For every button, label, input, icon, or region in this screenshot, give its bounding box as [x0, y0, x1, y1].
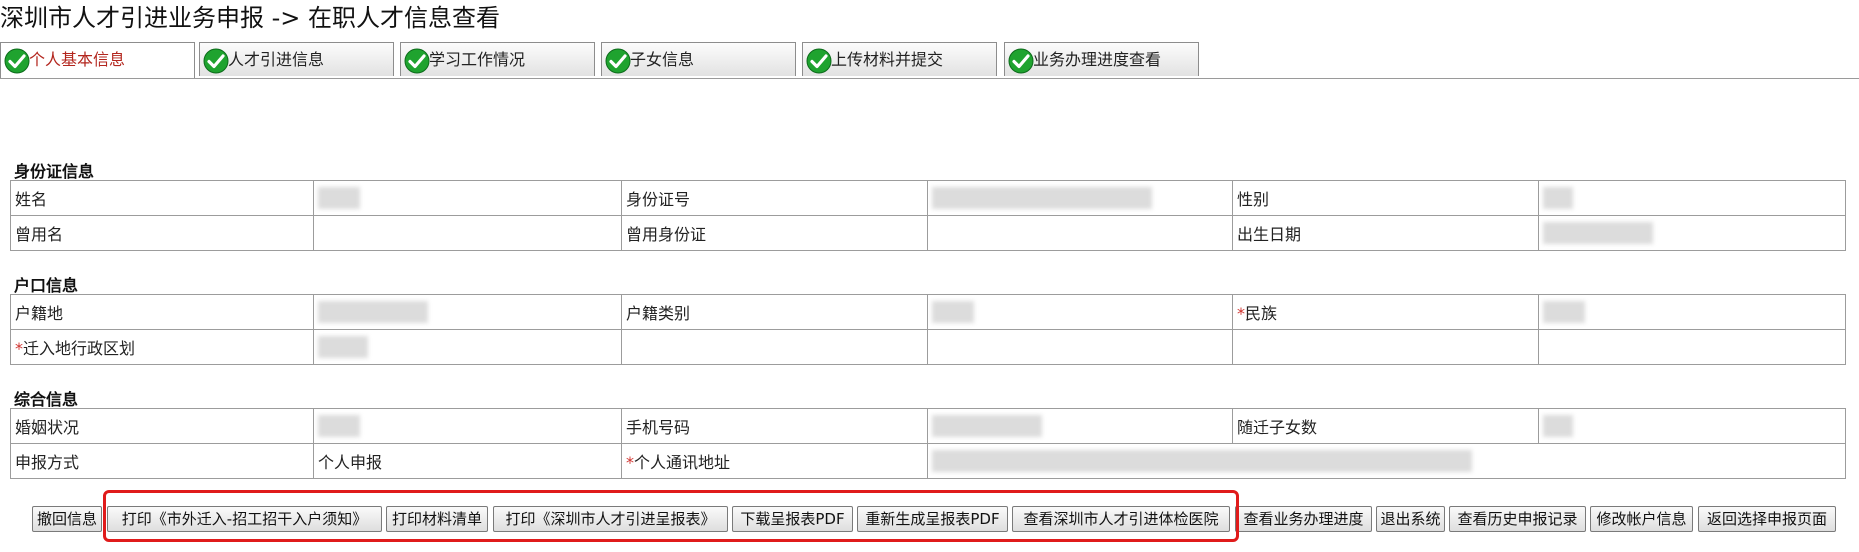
- tab-talent-info[interactable]: 人才引进信息: [199, 42, 394, 76]
- tab-label: 上传材料并提交: [831, 50, 944, 69]
- table-row: 姓名 身份证号 性别: [10, 180, 1846, 216]
- tab-label: 业务办理进度查看: [1033, 50, 1162, 69]
- general-table: 婚姻状况 手机号码 随迁子女数 申报方式 个人申报 *个人通讯地址: [10, 408, 1846, 479]
- tab-label: 子女信息: [630, 50, 695, 69]
- ethnicity-label: *民族: [1232, 294, 1539, 330]
- address-value[interactable]: [927, 443, 1846, 479]
- action-bar: 撤回信息 打印《市外迁入-招工招干入户须知》 打印材料清单 打印《深圳市人才引进…: [0, 506, 1859, 536]
- redacted-value: [932, 301, 974, 323]
- check-icon: [806, 48, 832, 74]
- tab-upload[interactable]: 上传材料并提交: [802, 42, 997, 76]
- registered-place-value[interactable]: [313, 294, 622, 330]
- redacted-value: [318, 415, 360, 437]
- section-title-hukou: 户口信息: [14, 276, 79, 295]
- edit-account-button[interactable]: 修改帐户信息: [1590, 506, 1693, 532]
- view-progress-button[interactable]: 查看业务办理进度: [1235, 506, 1372, 532]
- name-value[interactable]: [313, 180, 622, 216]
- gender-value[interactable]: [1538, 180, 1846, 216]
- id-number-label: 身份证号: [621, 180, 928, 216]
- redacted-value: [318, 301, 428, 323]
- back-button[interactable]: 返回选择申报页面: [1698, 506, 1836, 532]
- tab-children[interactable]: 子女信息: [601, 42, 796, 76]
- check-icon: [1008, 48, 1034, 74]
- table-row: 申报方式 个人申报 *个人通讯地址: [10, 443, 1846, 479]
- empty-cell: [1538, 329, 1846, 365]
- table-row: *迁入地行政区划: [10, 329, 1846, 365]
- check-icon: [4, 48, 30, 74]
- hukou-table: 户籍地 户籍类别 *民族 *迁入地行政区划: [10, 294, 1846, 365]
- logout-button[interactable]: 退出系统: [1376, 506, 1445, 532]
- download-pdf-button[interactable]: 下载呈报表PDF: [732, 506, 853, 532]
- former-id-label: 曾用身份证: [621, 215, 928, 251]
- page-title: 深圳市人才引进业务申报 -> 在职人才信息查看: [0, 4, 501, 32]
- birth-date-value[interactable]: [1538, 215, 1846, 251]
- print-form-button[interactable]: 打印《深圳市人才引进呈报表》: [493, 506, 728, 532]
- redacted-value: [932, 415, 1042, 437]
- children-label: 随迁子女数: [1232, 408, 1539, 444]
- section-title-general: 综合信息: [14, 390, 79, 409]
- tab-label: 学习工作情况: [429, 50, 526, 69]
- redacted-value: [1543, 187, 1573, 209]
- id-number-value[interactable]: [927, 180, 1233, 216]
- tab-study-work[interactable]: 学习工作情况: [400, 42, 595, 76]
- view-history-button[interactable]: 查看历史申报记录: [1449, 506, 1586, 532]
- name-label: 姓名: [10, 180, 314, 216]
- district-label-text: 迁入地行政区划: [23, 339, 136, 358]
- hukou-type-label: 户籍类别: [621, 294, 928, 330]
- redacted-value: [932, 450, 1472, 472]
- check-icon: [404, 48, 430, 74]
- view-hospital-button[interactable]: 查看深圳市人才引进体检医院: [1012, 506, 1230, 532]
- district-value[interactable]: [313, 329, 622, 365]
- method-value[interactable]: 个人申报: [313, 443, 622, 479]
- ethnicity-value[interactable]: [1538, 294, 1846, 330]
- tab-bar: 个人基本信息 人才引进信息 学习工作情况 子女信息 上传材料并提交 业务办理进度…: [0, 42, 1859, 79]
- ethnicity-label-text: 民族: [1245, 304, 1278, 323]
- empty-cell: [1232, 329, 1539, 365]
- marital-label: 婚姻状况: [10, 408, 314, 444]
- tab-label: 个人基本信息: [29, 50, 126, 69]
- withdraw-button[interactable]: 撤回信息: [32, 506, 102, 532]
- empty-cell: [621, 329, 928, 365]
- table-row: 曾用名 曾用身份证 出生日期: [10, 215, 1846, 251]
- required-mark: *: [1237, 304, 1245, 323]
- method-label: 申报方式: [10, 443, 314, 479]
- redacted-value: [1543, 415, 1573, 437]
- section-title-id-card: 身份证信息: [14, 162, 95, 181]
- children-value[interactable]: [1538, 408, 1846, 444]
- former-name-label: 曾用名: [10, 215, 314, 251]
- tab-progress[interactable]: 业务办理进度查看: [1004, 42, 1199, 76]
- registered-place-label: 户籍地: [10, 294, 314, 330]
- check-icon: [203, 48, 229, 74]
- print-notice-button[interactable]: 打印《市外迁入-招工招干入户须知》: [107, 506, 382, 532]
- required-mark: *: [15, 339, 23, 358]
- table-row: 户籍地 户籍类别 *民族: [10, 294, 1846, 330]
- table-row: 婚姻状况 手机号码 随迁子女数: [10, 408, 1846, 444]
- redacted-value: [318, 336, 368, 358]
- gender-label: 性别: [1232, 180, 1539, 216]
- address-label: *个人通讯地址: [621, 443, 928, 479]
- redacted-value: [318, 187, 360, 209]
- former-name-value[interactable]: [313, 215, 622, 251]
- print-materials-button[interactable]: 打印材料清单: [386, 506, 488, 532]
- former-id-value[interactable]: [927, 215, 1233, 251]
- required-mark: *: [626, 453, 634, 472]
- district-label: *迁入地行政区划: [10, 329, 314, 365]
- redacted-value: [1543, 301, 1585, 323]
- phone-label: 手机号码: [621, 408, 928, 444]
- tab-personal-info[interactable]: 个人基本信息: [0, 42, 195, 78]
- regenerate-pdf-button[interactable]: 重新生成呈报表PDF: [857, 506, 1008, 532]
- redacted-value: [1543, 222, 1653, 244]
- tab-label: 人才引进信息: [228, 50, 325, 69]
- redacted-value: [932, 187, 1152, 209]
- id-card-table: 姓名 身份证号 性别 曾用名 曾用身份证 出生日期: [10, 180, 1846, 251]
- phone-value[interactable]: [927, 408, 1233, 444]
- address-label-text: 个人通讯地址: [634, 453, 731, 472]
- empty-cell: [927, 329, 1233, 365]
- marital-value[interactable]: [313, 408, 622, 444]
- hukou-type-value[interactable]: [927, 294, 1233, 330]
- birth-date-label: 出生日期: [1232, 215, 1539, 251]
- check-icon: [605, 48, 631, 74]
